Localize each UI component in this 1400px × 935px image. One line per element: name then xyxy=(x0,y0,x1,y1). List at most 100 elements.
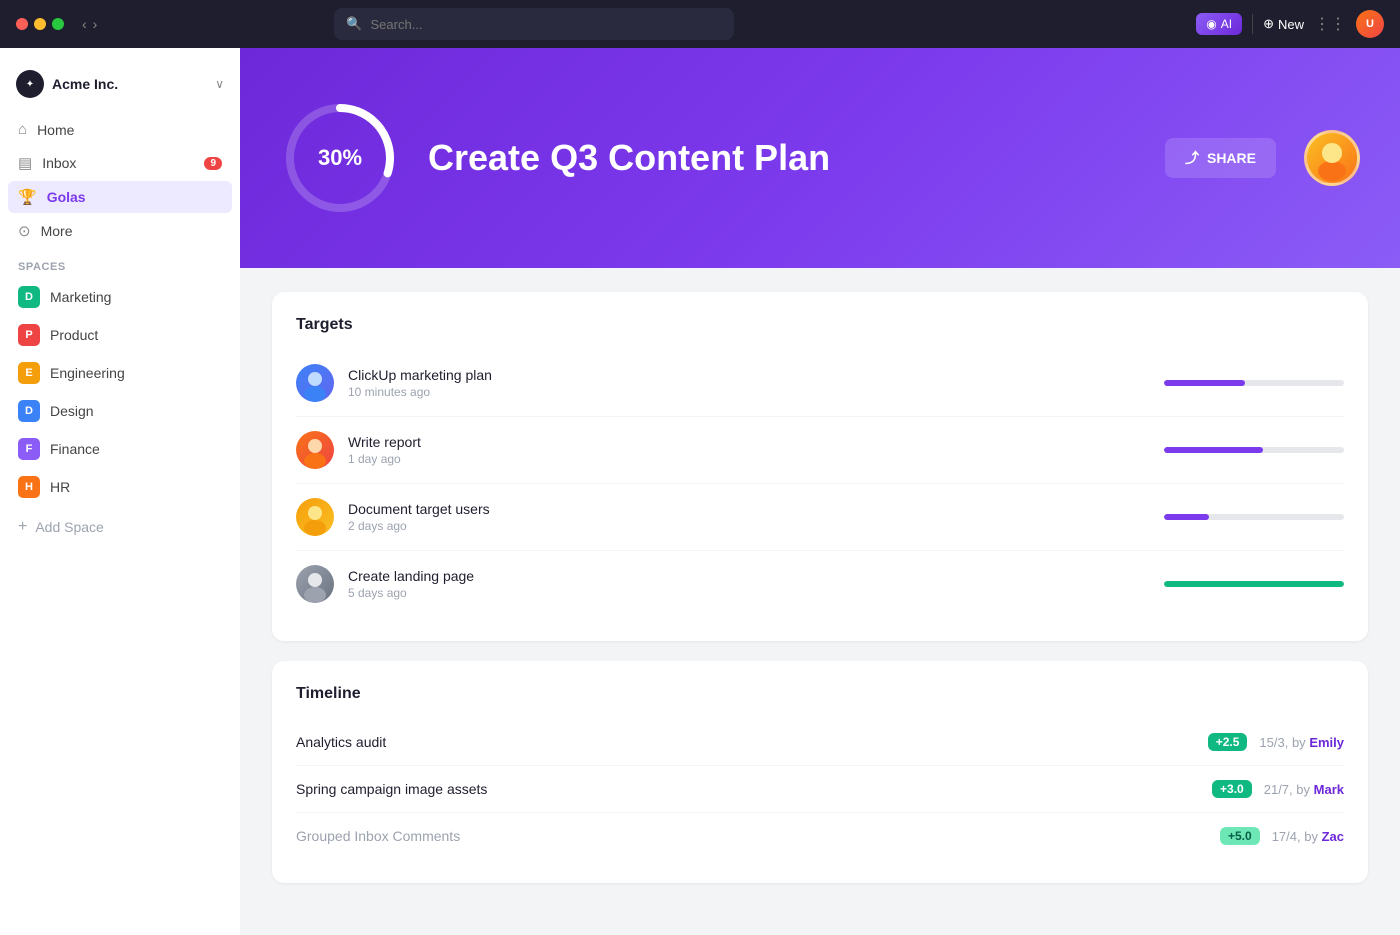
ai-icon: ◉ xyxy=(1206,17,1216,31)
progress-bar-fill xyxy=(1164,581,1344,587)
target-name: Document target users xyxy=(348,501,1150,517)
target-item: Create landing page 5 days ago xyxy=(296,551,1344,617)
space-label: Engineering xyxy=(50,365,125,381)
plus-icon: + xyxy=(18,518,27,536)
sidebar-item-product[interactable]: P Product xyxy=(8,317,232,353)
sidebar-item-inbox[interactable]: ▤ Inbox 9 xyxy=(8,147,232,179)
sidebar: ✦ Acme Inc. ∨ ⌂ Home ▤ Inbox 9 🏆 Golas ⊙… xyxy=(0,48,240,935)
target-item: ClickUp marketing plan 10 minutes ago xyxy=(296,350,1344,417)
titlebar: ‹ › 🔍 ◉ AI ⊕ New ⋮⋮ U xyxy=(0,0,1400,48)
target-name: Create landing page xyxy=(348,568,1150,584)
progress-bar-container xyxy=(1164,447,1344,453)
engineering-badge: E xyxy=(18,362,40,384)
product-badge: P xyxy=(18,324,40,346)
timeline-badge: +3.0 xyxy=(1212,780,1252,798)
ai-button[interactable]: ◉ AI xyxy=(1196,13,1242,35)
target-name: ClickUp marketing plan xyxy=(348,367,1150,383)
timeline-by: by xyxy=(1292,735,1306,750)
space-label: Product xyxy=(50,327,98,343)
target-avatar xyxy=(296,431,334,469)
sidebar-item-label: Home xyxy=(37,122,74,138)
ai-label: AI xyxy=(1221,17,1232,31)
progress-circle: 30% xyxy=(280,98,400,218)
timeline-item: Spring campaign image assets +3.0 21/7, … xyxy=(296,766,1344,813)
close-dot[interactable] xyxy=(16,18,28,30)
sidebar-item-goals[interactable]: 🏆 Golas xyxy=(8,181,232,213)
sidebar-item-label: More xyxy=(41,223,73,239)
workspace-header[interactable]: ✦ Acme Inc. ∨ xyxy=(8,64,232,104)
timeline-item-name: Grouped Inbox Comments xyxy=(296,828,1208,844)
progress-bar-track xyxy=(1164,514,1344,520)
spaces-section-title: Spaces xyxy=(8,249,232,277)
share-icon: ⤴ xyxy=(1185,148,1199,168)
maximize-dot[interactable] xyxy=(52,18,64,30)
window-controls xyxy=(16,18,64,30)
search-input[interactable] xyxy=(371,17,723,32)
goals-icon: 🏆 xyxy=(18,188,37,206)
target-time: 10 minutes ago xyxy=(348,385,1150,399)
sidebar-item-hr[interactable]: H HR xyxy=(8,469,232,505)
progress-bar-track xyxy=(1164,447,1344,453)
sidebar-item-home[interactable]: ⌂ Home xyxy=(8,114,232,145)
targets-card: Targets ClickUp marketing plan 10 minute… xyxy=(272,292,1368,641)
space-label: HR xyxy=(50,479,70,495)
timeline-meta: 15/3, by Emily xyxy=(1259,735,1344,750)
timeline-item: Analytics audit +2.5 15/3, by Emily xyxy=(296,719,1344,766)
target-time: 5 days ago xyxy=(348,586,1150,600)
timeline-date: 17/4 xyxy=(1272,829,1297,844)
grid-icon[interactable]: ⋮⋮ xyxy=(1314,14,1346,34)
add-space-label: Add Space xyxy=(35,519,104,535)
inbox-badge: 9 xyxy=(204,157,222,170)
goal-title: Create Q3 Content Plan xyxy=(428,137,1137,179)
progress-bar-fill xyxy=(1164,447,1263,453)
target-info: Create landing page 5 days ago xyxy=(348,568,1150,600)
forward-arrow[interactable]: › xyxy=(93,16,98,32)
new-label: New xyxy=(1278,17,1304,32)
progress-bar-container xyxy=(1164,581,1344,587)
timeline-by: by xyxy=(1304,829,1318,844)
workspace-icon: ✦ xyxy=(16,70,44,98)
more-icon: ⊙ xyxy=(18,222,31,240)
back-arrow[interactable]: ‹ xyxy=(82,16,87,32)
target-name: Write report xyxy=(348,434,1150,450)
search-bar[interactable]: 🔍 xyxy=(334,8,734,40)
divider xyxy=(1252,14,1253,34)
space-label: Finance xyxy=(50,441,100,457)
sidebar-item-marketing[interactable]: D Marketing xyxy=(8,279,232,315)
hero-avatar xyxy=(1304,130,1360,186)
design-badge: D xyxy=(18,400,40,422)
share-label: SHARE xyxy=(1207,150,1256,166)
hr-badge: H xyxy=(18,476,40,498)
sidebar-item-design[interactable]: D Design xyxy=(8,393,232,429)
minimize-dot[interactable] xyxy=(34,18,46,30)
targets-title: Targets xyxy=(296,316,1344,334)
search-icon: 🔍 xyxy=(346,16,362,32)
target-time: 2 days ago xyxy=(348,519,1150,533)
timeline-badge: +5.0 xyxy=(1220,827,1260,845)
progress-bar-container xyxy=(1164,514,1344,520)
space-label: Design xyxy=(50,403,94,419)
sidebar-item-engineering[interactable]: E Engineering xyxy=(8,355,232,391)
target-item: Document target users 2 days ago xyxy=(296,484,1344,551)
timeline-date: 15/3 xyxy=(1259,735,1284,750)
progress-bar-track xyxy=(1164,581,1344,587)
hero-banner: 30% Create Q3 Content Plan ⤴ SHARE xyxy=(240,48,1400,268)
sidebar-item-finance[interactable]: F Finance xyxy=(8,431,232,467)
new-button[interactable]: ⊕ New xyxy=(1263,16,1304,32)
marketing-badge: D xyxy=(18,286,40,308)
home-icon: ⌂ xyxy=(18,121,27,138)
target-avatar xyxy=(296,364,334,402)
timeline-user: Mark xyxy=(1314,782,1344,797)
space-label: Marketing xyxy=(50,289,111,305)
add-space-button[interactable]: + Add Space xyxy=(8,511,232,543)
plus-icon: ⊕ xyxy=(1263,16,1274,32)
timeline-user: Emily xyxy=(1309,735,1344,750)
share-button[interactable]: ⤴ SHARE xyxy=(1165,138,1276,178)
user-avatar[interactable]: U xyxy=(1356,10,1384,38)
timeline-meta: 17/4, by Zac xyxy=(1272,829,1344,844)
sidebar-item-more[interactable]: ⊙ More xyxy=(8,215,232,247)
progress-bar-track xyxy=(1164,380,1344,386)
sidebar-item-label: Inbox xyxy=(42,155,76,171)
finance-badge: F xyxy=(18,438,40,460)
timeline-card: Timeline Analytics audit +2.5 15/3, by E… xyxy=(272,661,1368,883)
